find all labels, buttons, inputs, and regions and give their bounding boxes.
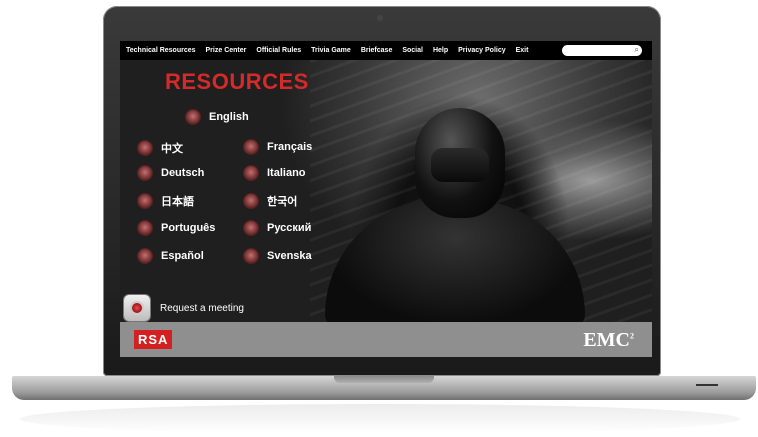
language-orb-icon xyxy=(244,140,258,154)
lang-korean[interactable]: 한국어 xyxy=(244,193,297,209)
lang-german-label: Deutsch xyxy=(161,167,205,179)
lang-swedish[interactable]: Svenska xyxy=(244,249,312,263)
emc-logo: EMC2 xyxy=(583,329,634,352)
page-title: RESOURCES xyxy=(165,69,309,94)
language-orb-icon xyxy=(244,221,258,235)
record-button-icon xyxy=(124,295,150,321)
lang-spanish[interactable]: Español xyxy=(138,249,204,263)
language-orb-icon xyxy=(138,166,152,180)
lang-italian-label: Italiano xyxy=(267,167,306,179)
rsa-logo: RSA xyxy=(134,330,173,349)
lang-portuguese-label: Português xyxy=(161,222,216,234)
emc-logo-text: EMC xyxy=(583,329,630,351)
lang-portuguese[interactable]: Português xyxy=(138,221,215,235)
lang-japanese-label: 日本語 xyxy=(161,196,194,208)
lang-english-label: English xyxy=(209,111,249,123)
language-orb-icon xyxy=(138,221,152,235)
lang-spanish-label: Español xyxy=(161,250,204,262)
search-input[interactable]: ⌕ xyxy=(562,45,642,56)
lang-swedish-label: Svenska xyxy=(267,250,312,262)
nav-social[interactable]: Social xyxy=(402,47,423,54)
lang-italian[interactable]: Italiano xyxy=(244,166,306,180)
language-orb-icon xyxy=(244,249,258,263)
footer-bar: RSA EMC2 xyxy=(120,322,652,357)
lang-english[interactable]: English xyxy=(186,110,249,124)
lang-russian[interactable]: Русский xyxy=(244,221,311,235)
nav-privacy-policy[interactable]: Privacy Policy xyxy=(458,47,505,54)
language-orb-icon xyxy=(244,194,258,208)
lang-chinese-label: 中文 xyxy=(161,143,183,155)
top-navbar: Technical Resources Prize Center Officia… xyxy=(120,41,652,60)
request-meeting-button[interactable]: Request a meeting xyxy=(124,295,244,321)
nav-technical-resources[interactable]: Technical Resources xyxy=(126,47,196,54)
laptop-base xyxy=(12,376,756,400)
lang-german[interactable]: Deutsch xyxy=(138,166,204,180)
laptop-notch xyxy=(334,376,434,383)
lang-russian-label: Русский xyxy=(267,222,312,234)
laptop-lid: Technical Resources Prize Center Officia… xyxy=(103,6,661,376)
helmet-visor xyxy=(431,148,489,182)
lang-french[interactable]: Français xyxy=(244,140,312,154)
nav-official-rules[interactable]: Official Rules xyxy=(256,47,301,54)
language-orb-icon xyxy=(138,194,152,208)
lang-chinese[interactable]: 中文 xyxy=(138,140,183,156)
power-indicator xyxy=(696,384,718,386)
language-orb-icon xyxy=(138,249,152,263)
nav-exit[interactable]: Exit xyxy=(516,47,529,54)
emc-logo-superscript: 2 xyxy=(630,331,634,341)
record-dot xyxy=(132,303,142,313)
lang-japanese[interactable]: 日本語 xyxy=(138,193,194,209)
language-orb-icon xyxy=(186,110,200,124)
language-orb-icon xyxy=(244,166,258,180)
nav-briefcase[interactable]: Briefcase xyxy=(361,47,393,54)
nav-prize-center[interactable]: Prize Center xyxy=(206,47,247,54)
screen: Technical Resources Prize Center Officia… xyxy=(120,41,652,357)
laptop-reflection xyxy=(20,404,740,434)
nav-trivia-game[interactable]: Trivia Game xyxy=(311,47,351,54)
hero-banner: RESOURCES English 中文 Français Deutsch It… xyxy=(120,60,652,325)
rider-helmet-image xyxy=(415,108,505,218)
lang-korean-label: 한국어 xyxy=(267,196,298,208)
request-meeting-label: Request a meeting xyxy=(160,302,244,314)
search-icon[interactable]: ⌕ xyxy=(635,45,639,55)
lang-french-label: Français xyxy=(267,141,313,153)
nav-help[interactable]: Help xyxy=(433,47,448,54)
webcam-icon xyxy=(377,15,383,21)
language-orb-icon xyxy=(138,141,152,155)
